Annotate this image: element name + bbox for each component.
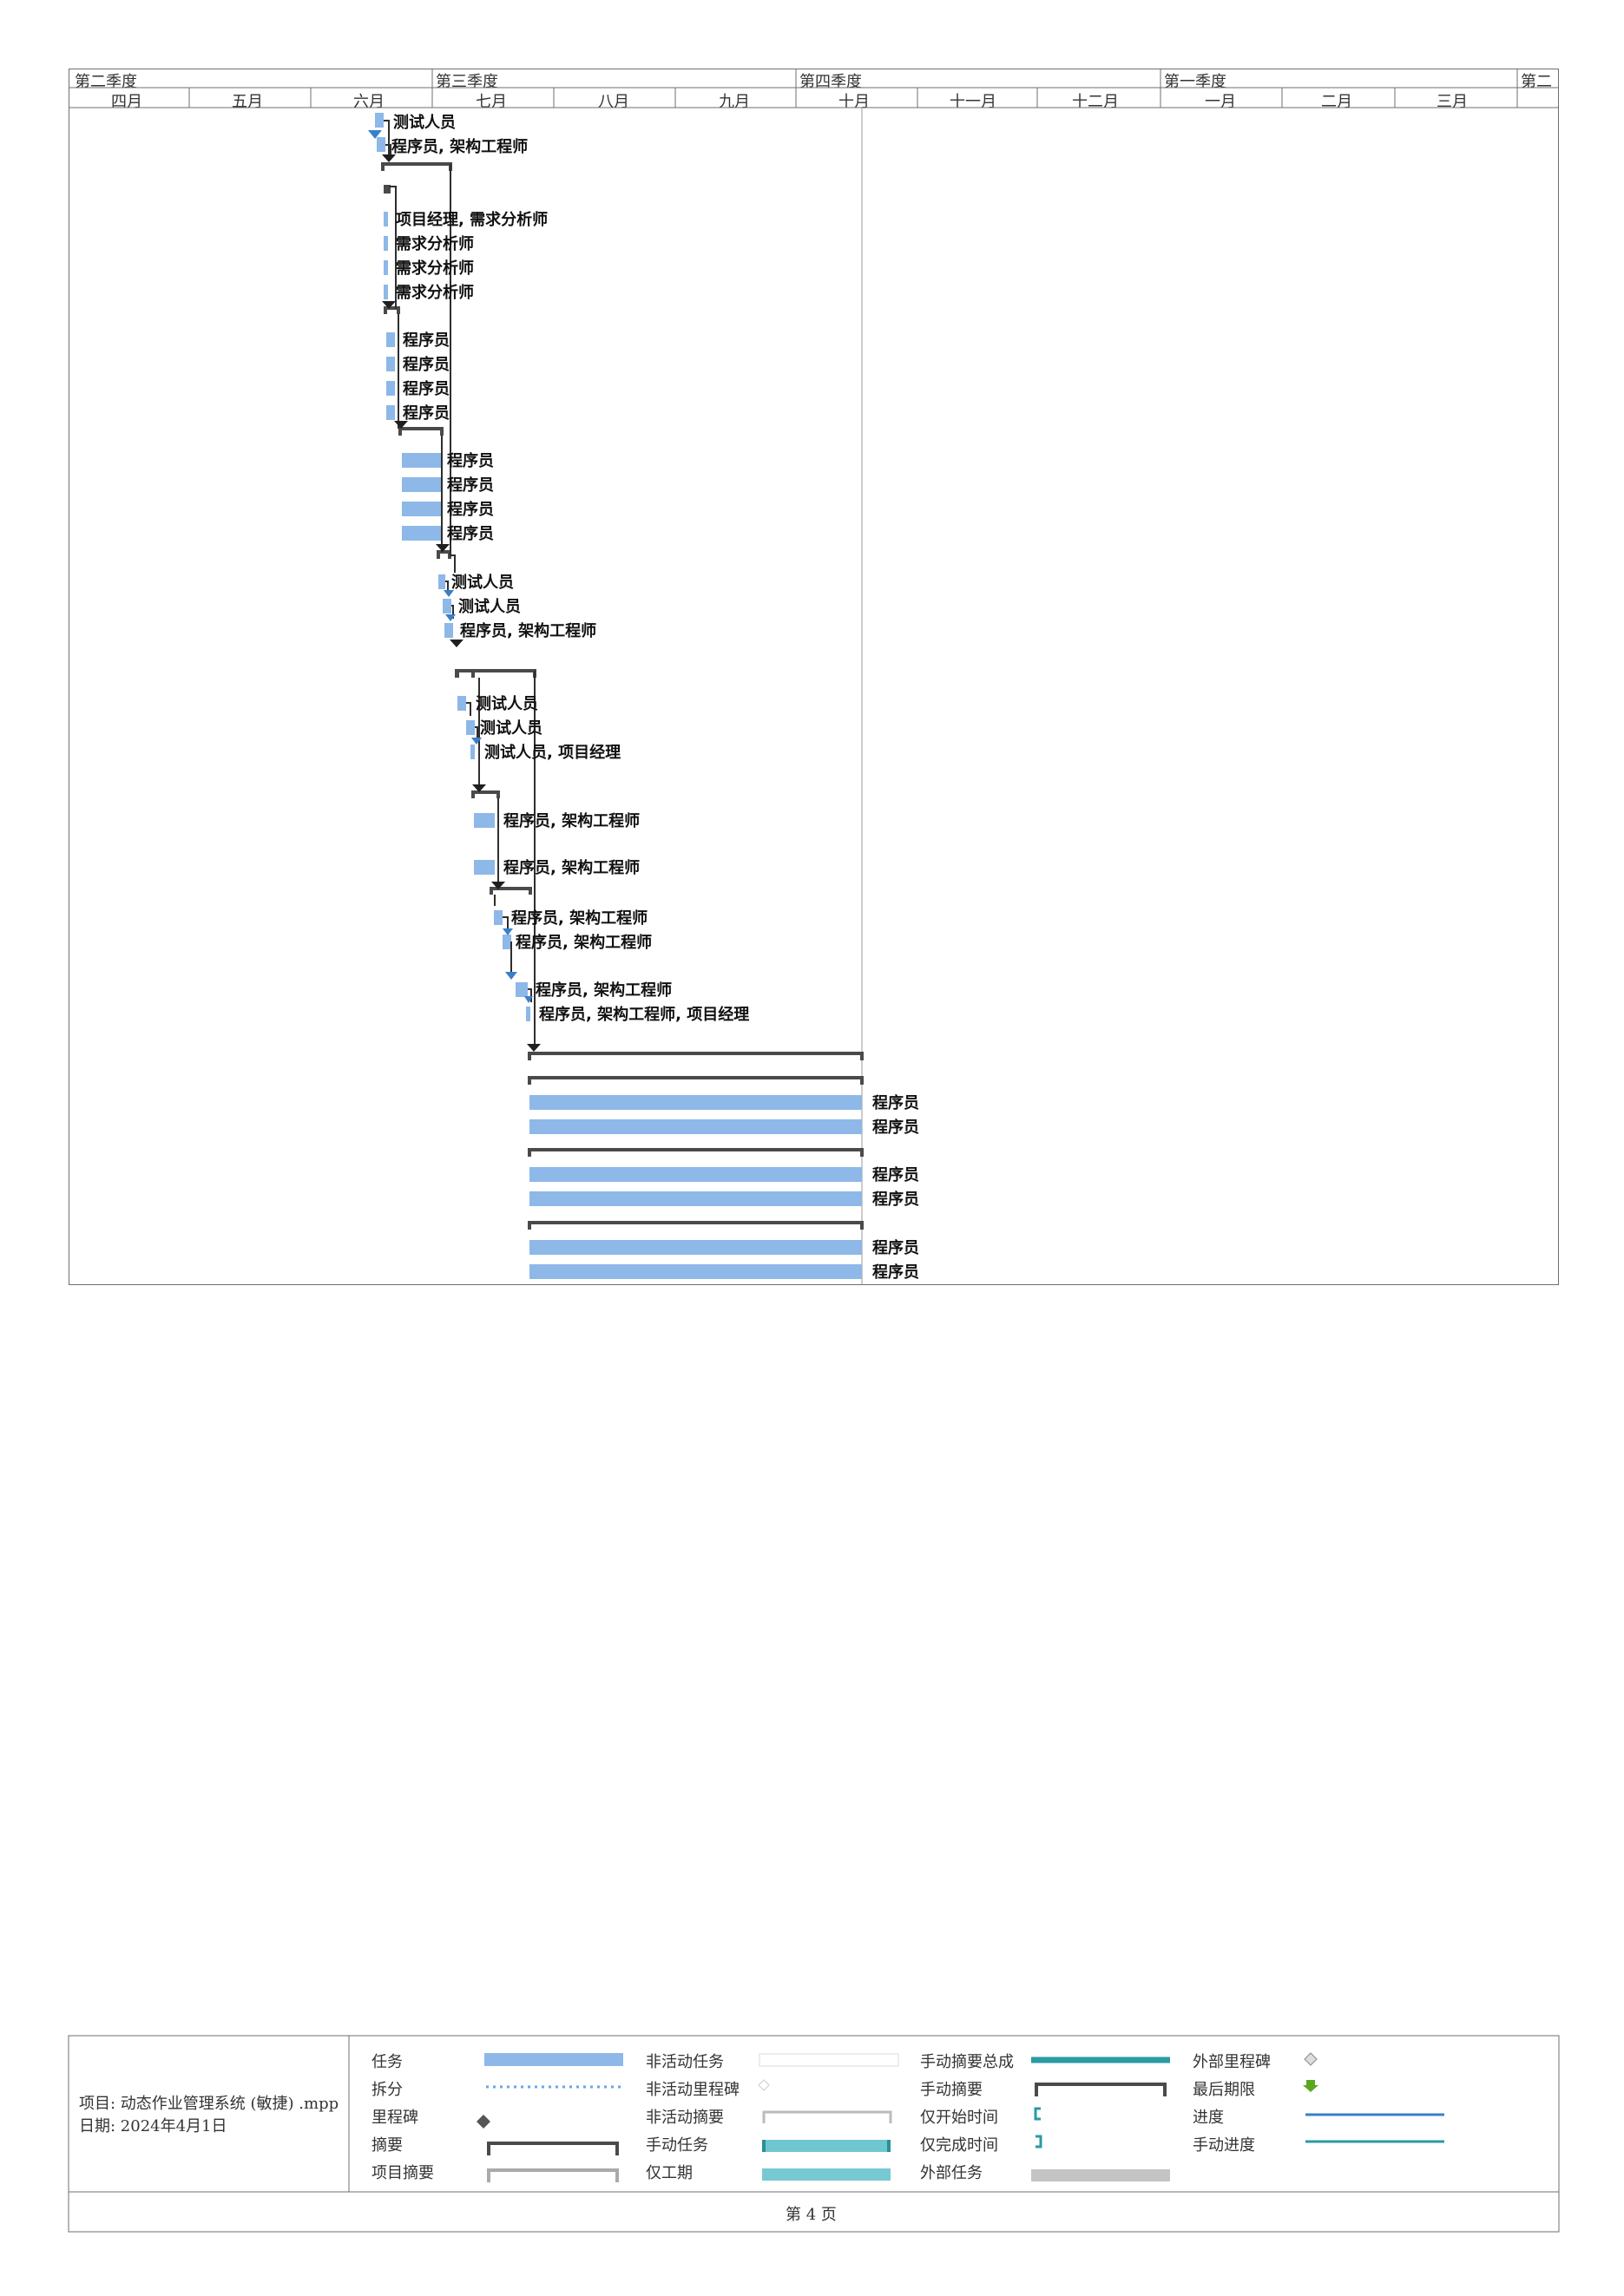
legend-label: 最后期限: [1193, 2081, 1255, 2099]
resource-label: 程序员, 架构工程师, 项目经理: [539, 1006, 750, 1024]
resource-label: 需求分析师: [396, 235, 474, 253]
project-name: 项目: 动态作业管理系统 (敏捷) .mpp: [79, 2095, 339, 2113]
resource-label: 测试人员: [458, 598, 521, 616]
resource-label: 程序员, 架构工程师: [503, 859, 641, 877]
legend-label: 里程碑: [371, 2109, 418, 2127]
resource-label: 程序员, 架构工程师: [536, 981, 673, 1000]
resource-label: 程序员: [872, 1094, 919, 1112]
resource-label: 程序员: [447, 452, 494, 470]
legend-label: 非活动摘要: [646, 2109, 724, 2127]
resource-label: 程序员: [403, 404, 450, 423]
legend-label: 摘要: [371, 2136, 403, 2155]
legend-label: 外部任务: [920, 2164, 983, 2182]
legend-label: 仅完成时间: [920, 2136, 998, 2155]
gantt-graphics: [68, 69, 1560, 2233]
resource-label: 需求分析师: [396, 259, 474, 278]
resource-label: 测试人员, 项目经理: [484, 744, 621, 762]
resource-label: 项目经理, 需求分析师: [396, 211, 549, 229]
legend-label: 非活动里程碑: [646, 2081, 740, 2099]
legend-label: 手动进度: [1193, 2136, 1255, 2155]
resource-label: 测试人员: [480, 719, 542, 738]
resource-label: 程序员: [403, 331, 450, 350]
resource-label: 程序员: [872, 1166, 919, 1184]
resource-label: 程序员: [872, 1118, 919, 1137]
resource-label: 测试人员: [476, 695, 538, 713]
resource-label: 需求分析师: [396, 284, 474, 302]
legend-label: 手动摘要: [920, 2081, 983, 2099]
resource-label: 程序员, 架构工程师: [391, 138, 529, 156]
resource-label: 程序员: [447, 525, 494, 543]
project-date: 日期: 2024年4月1日: [79, 2117, 227, 2135]
legend-label: 仅开始时间: [920, 2109, 998, 2127]
resource-label: 程序员, 架构工程师: [511, 909, 648, 928]
resource-label: 程序员, 架构工程师: [503, 812, 641, 830]
legend-label: 非活动任务: [646, 2053, 724, 2071]
legend-label: 仅工期: [646, 2164, 693, 2182]
resource-label: 程序员: [872, 1191, 919, 1209]
legend-label: 手动摘要总成: [920, 2053, 1014, 2071]
legend-label: 外部里程碑: [1193, 2053, 1271, 2071]
resource-label: 程序员: [403, 356, 450, 374]
resource-label: 测试人员: [451, 574, 514, 592]
page-number: 第 4 页: [786, 2206, 837, 2224]
resource-label: 程序员: [872, 1263, 919, 1282]
resource-label: 程序员: [403, 380, 450, 398]
resource-label: 程序员: [447, 501, 494, 519]
summary-bars: [381, 162, 864, 1230]
resource-label: 程序员: [872, 1239, 919, 1257]
resource-label: 程序员: [447, 476, 494, 495]
resource-label: 测试人员: [393, 114, 456, 132]
legend-label: 进度: [1193, 2109, 1224, 2127]
legend-label: 任务: [371, 2053, 403, 2071]
legend-label: 手动任务: [646, 2136, 708, 2155]
legend-label: 项目摘要: [371, 2164, 434, 2182]
legend-label: 拆分: [371, 2081, 403, 2099]
resource-label: 程序员, 架构工程师: [516, 934, 653, 952]
resource-label: 程序员, 架构工程师: [460, 622, 597, 640]
